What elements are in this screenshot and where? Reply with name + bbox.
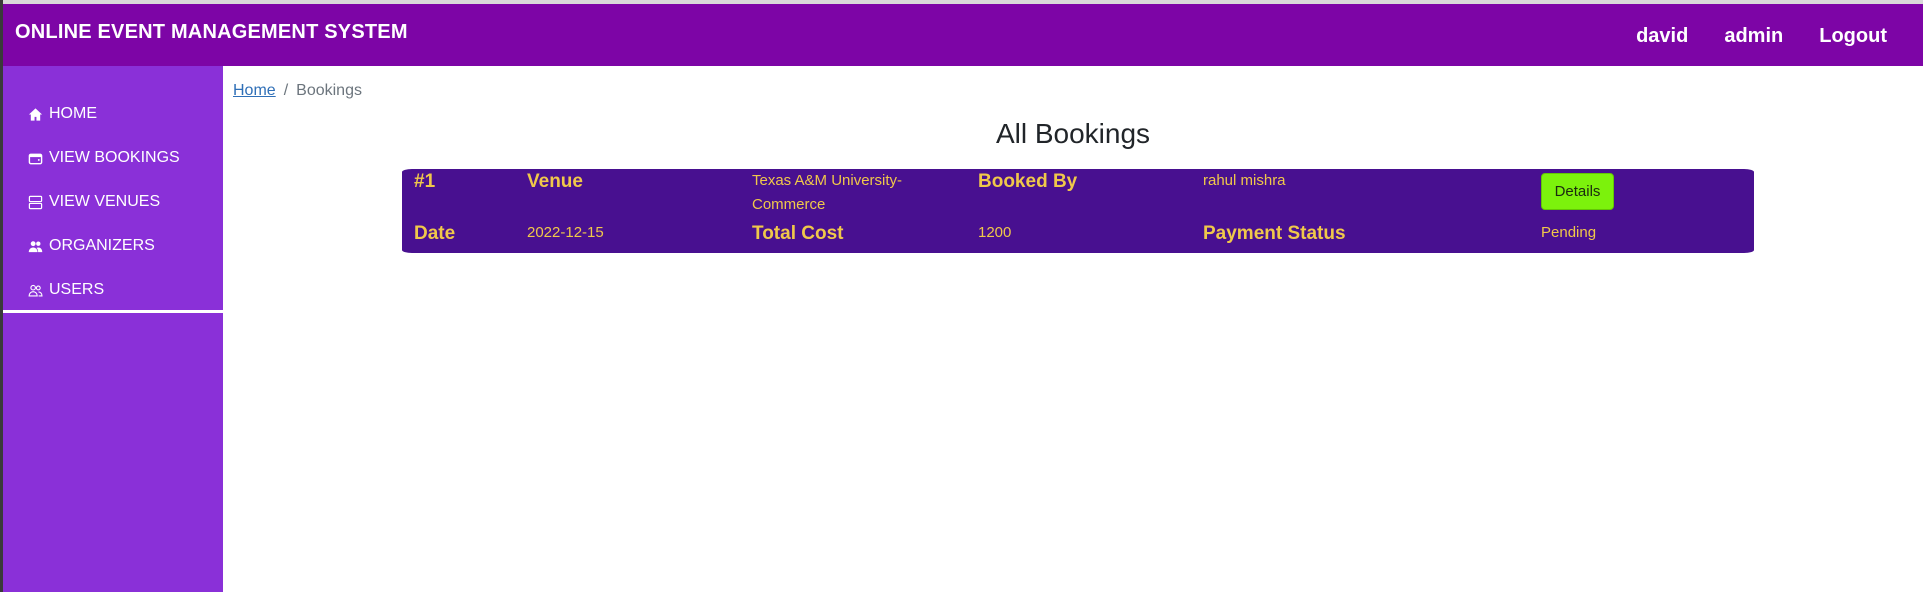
sidebar-item-view-venues[interactable]: VIEW VENUES [3,180,223,224]
server-icon [28,195,43,209]
people-fill-icon [28,240,43,252]
sidebar-divider [3,310,223,313]
sidebar-item-view-bookings[interactable]: VIEW BOOKINGS [3,136,223,180]
people-outline-icon [28,284,43,296]
home-icon [28,107,43,121]
booking-id: #1 [414,171,436,192]
breadcrumb-separator: / [283,82,289,99]
date-label: Date [414,223,456,244]
app-title: ONLINE EVENT MANAGEMENT SYSTEM [15,21,408,43]
nav-user-link[interactable]: david [1636,25,1688,48]
total-cost-value: 1200 [978,224,1012,241]
top-navbar: ONLINE EVENT MANAGEMENT SYSTEM david adm… [3,4,1923,66]
date-value: 2022-12-15 [527,224,604,241]
sidebar-item-organizers[interactable]: ORGANIZERS [3,224,223,268]
sidebar-item-label: HOME [49,105,97,122]
venue-value-line1: Texas A&M University- [752,172,903,189]
details-button[interactable]: Details [1541,173,1614,210]
breadcrumb-current: Bookings [296,82,362,99]
total-cost-label: Total Cost [752,223,844,244]
booked-by-value: rahul mishra [1203,172,1286,189]
booked-by-label: Booked By [978,171,1078,192]
sidebar-item-label: ORGANIZERS [49,237,155,254]
logout-link[interactable]: Logout [1819,25,1887,48]
sidebar-item-home[interactable]: HOME [3,92,223,136]
sidebar-item-label: VIEW BOOKINGS [49,149,180,166]
navbar-links: david admin Logout [1636,25,1887,48]
breadcrumb: Home / Bookings [233,82,362,100]
nav-admin-link[interactable]: admin [1724,25,1783,48]
venue-value: Texas A&M University- Commerce [752,169,902,217]
sidebar-item-users[interactable]: USERS [3,268,223,312]
venue-value-line2: Commerce [752,196,826,213]
payment-status-value: Pending [1541,224,1597,241]
sidebar: HOME VIEW BOOKINGS VIEW VENUES ORGANIZER… [3,66,223,592]
payment-status-label: Payment Status [1203,223,1346,244]
breadcrumb-home-link[interactable]: Home [233,82,276,99]
wallet-icon [28,153,43,164]
page-title: All Bookings [995,118,1151,149]
venue-label: Venue [527,171,583,192]
booking-card: #1 Venue Texas A&M University- Commerce … [402,169,1754,253]
sidebar-item-label: VIEW VENUES [49,193,161,210]
sidebar-item-label: USERS [49,281,105,298]
